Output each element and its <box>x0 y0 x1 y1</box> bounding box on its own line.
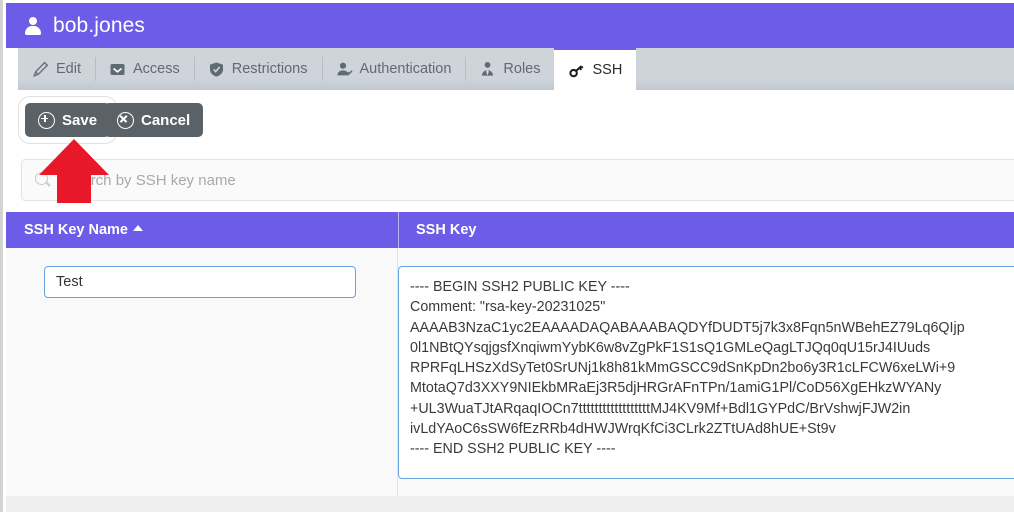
save-button-label: Save <box>62 111 98 129</box>
tab-restrictions[interactable]: Restrictions <box>193 48 322 90</box>
tab-edit-label: Edit <box>56 61 81 77</box>
column-header-ssh-key-label: SSH Key <box>416 222 477 238</box>
search-box[interactable] <box>21 159 1014 201</box>
page-title: bob.jones <box>53 13 145 37</box>
cell-ssh-key: ---- BEGIN SSH2 PUBLIC KEY ---- Comment:… <box>398 248 1014 496</box>
save-button[interactable]: Save <box>25 103 111 137</box>
tab-edit[interactable]: Edit <box>18 48 95 90</box>
column-header-ssh-key[interactable]: SSH Key <box>398 212 1014 248</box>
search-input[interactable] <box>62 170 926 190</box>
ssh-keys-page: bob.jones Edit Access Restrictions Authe… <box>0 0 1014 512</box>
tab-authentication[interactable]: Authentication <box>321 48 466 90</box>
cancel-button-label: Cancel <box>141 111 191 129</box>
tab-access[interactable]: Access <box>95 48 194 90</box>
caret-up-icon <box>132 224 143 231</box>
circle-plus-icon <box>38 111 55 129</box>
user-icon <box>24 16 42 36</box>
page-header: bob.jones <box>6 3 1014 48</box>
key-icon <box>568 62 585 79</box>
tab-roles-label: Roles <box>503 61 541 77</box>
user-check-icon <box>336 61 353 78</box>
pencil-icon <box>32 61 49 78</box>
ssh-key-textarea[interactable]: ---- BEGIN SSH2 PUBLIC KEY ---- Comment:… <box>398 266 1014 479</box>
inbox-icon <box>109 61 126 78</box>
cell-ssh-key-name <box>6 248 398 496</box>
action-toolbar: Save Cancel <box>6 90 1014 150</box>
ssh-keys-table: SSH Key Name SSH Key ---- BEGIN SSH2 PUB… <box>6 212 1014 512</box>
tab-restrictions-label: Restrictions <box>231 61 308 77</box>
search-bar-region <box>6 150 1014 212</box>
shield-icon <box>208 61 225 78</box>
tab-bar: Edit Access Restrictions Authentication <box>18 47 1014 90</box>
app-frame: bob.jones Edit Access Restrictions Authe… <box>0 0 1014 512</box>
tab-roles[interactable]: Roles <box>465 48 554 90</box>
user-tie-icon <box>479 61 496 78</box>
table-header-row: SSH Key Name SSH Key <box>6 212 1014 248</box>
circle-x-icon <box>117 111 134 129</box>
tab-access-label: Access <box>133 61 180 77</box>
table-footer-strip <box>6 496 1014 512</box>
column-header-ssh-key-name-label: SSH Key Name <box>24 222 128 238</box>
cancel-button[interactable]: Cancel <box>104 103 204 137</box>
search-icon <box>35 171 52 189</box>
tab-ssh-label: SSH <box>592 62 623 78</box>
table-row: ---- BEGIN SSH2 PUBLIC KEY ---- Comment:… <box>6 248 1014 496</box>
ssh-key-name-input[interactable] <box>44 266 356 298</box>
tab-authentication-label: Authentication <box>359 61 452 77</box>
tab-ssh[interactable]: SSH <box>554 47 637 90</box>
column-header-ssh-key-name[interactable]: SSH Key Name <box>6 212 398 248</box>
